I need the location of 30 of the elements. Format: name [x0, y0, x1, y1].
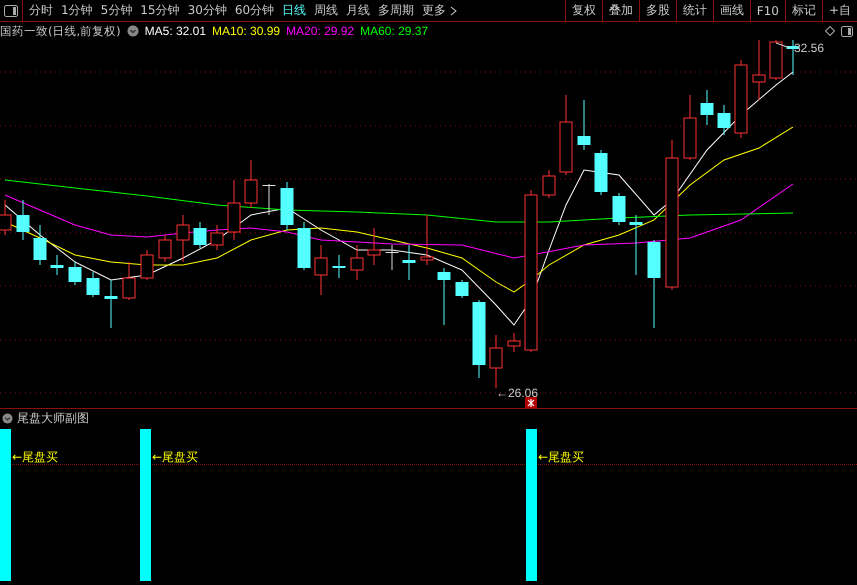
period-tab[interactable]: 月线: [342, 0, 374, 21]
period-tab[interactable]: 多周期: [374, 0, 418, 21]
toolbar-button[interactable]: 复权: [564, 0, 602, 21]
toolbar-button[interactable]: F10: [750, 0, 785, 21]
toolbar-button[interactable]: 多股: [638, 0, 676, 21]
period-tab[interactable]: 5分钟: [96, 0, 136, 21]
low-price-label: ←26.06: [496, 386, 538, 400]
chart-title: 国药一致(日线,前复权): [0, 24, 121, 38]
signal-label: ←尾盘买: [538, 449, 584, 466]
ma-value: MA60: 29.37: [360, 24, 428, 38]
period-tab[interactable]: 周线: [310, 0, 342, 21]
toolbar-button[interactable]: 标记: [784, 0, 822, 21]
period-tab[interactable]: 更多: [418, 0, 450, 21]
period-tab[interactable]: 30分钟: [184, 0, 231, 21]
signal-label: ←尾盘买: [12, 449, 58, 466]
signal-label: ←尾盘买: [152, 449, 198, 466]
period-tab[interactable]: 15分钟: [136, 0, 184, 21]
panel-title: 尾盘大师副图: [17, 410, 89, 426]
period-tab[interactable]: 1分钟: [57, 0, 97, 21]
ma-value: MA20: 29.92: [286, 24, 354, 38]
toolbar-button[interactable]: 叠加: [602, 0, 639, 21]
ma-value: MA5: 32.01: [144, 24, 206, 38]
toolbar-button[interactable]: 画线: [712, 0, 750, 21]
toolbar-button[interactable]: +自: [822, 0, 857, 21]
period-tab[interactable]: 日线: [278, 0, 310, 21]
toolbar-button[interactable]: 统计: [676, 0, 713, 21]
period-tab[interactable]: 分时: [25, 0, 57, 21]
ma-value: MA10: 30.99: [212, 24, 280, 38]
period-tab[interactable]: 60分钟: [230, 0, 278, 21]
high-price-label: 32.56: [794, 41, 824, 55]
